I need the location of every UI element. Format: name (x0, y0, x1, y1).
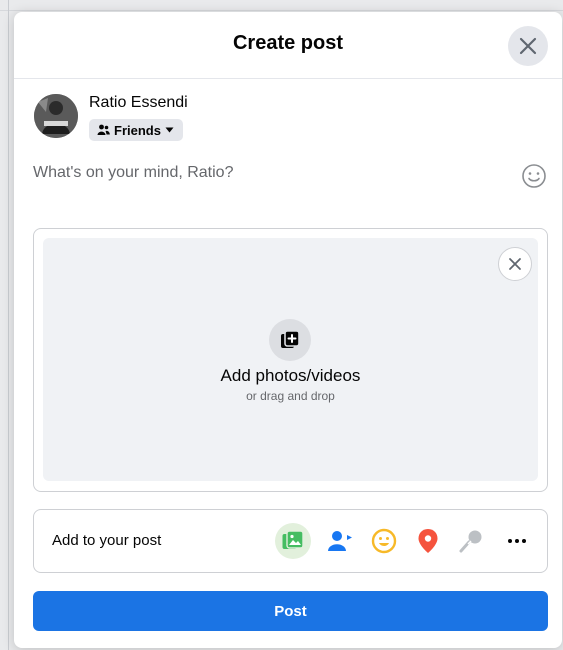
create-post-dialog: Create post Ratio Essendi Friends What's… (14, 12, 562, 648)
add-to-post-label: Add to your post (52, 532, 162, 549)
backdrop-divider (0, 10, 563, 11)
check-in-icon (418, 529, 438, 553)
post-button[interactable]: Post (33, 591, 548, 631)
microphone-icon (459, 530, 482, 553)
post-text-input[interactable]: What's on your mind, Ratio? (33, 164, 233, 182)
emoji-button[interactable] (520, 162, 548, 190)
add-media-icon (269, 319, 311, 361)
backdrop-edge (8, 0, 9, 650)
add-media-subtitle: or drag and drop (246, 389, 335, 403)
add-media-title: Add photos/videos (220, 366, 361, 385)
avatar[interactable] (34, 94, 78, 138)
tag-people-button[interactable] (322, 523, 358, 559)
dialog-header: Create post (14, 12, 562, 79)
media-upload-area: Add photos/videos or drag and drop (33, 228, 548, 492)
photo-video-icon (282, 530, 304, 549)
media-dropzone[interactable]: Add photos/videos or drag and drop (43, 238, 538, 481)
audience-selector[interactable]: Friends (89, 119, 183, 141)
caret-down-icon (165, 127, 174, 133)
photo-video-button[interactable] (275, 523, 311, 559)
microphone-button[interactable] (453, 523, 489, 559)
check-in-button[interactable] (410, 523, 446, 559)
close-button[interactable] (508, 26, 548, 66)
dialog-title: Create post (232, 32, 344, 54)
close-icon (509, 258, 521, 270)
remove-media-button[interactable] (498, 247, 532, 281)
feeling-icon (371, 528, 397, 554)
smiley-icon (522, 164, 546, 188)
friends-icon (97, 124, 110, 135)
user-name: Ratio Essendi (89, 94, 188, 111)
tag-people-icon (328, 531, 352, 551)
more-options-button[interactable] (499, 523, 535, 559)
feeling-button[interactable] (366, 523, 402, 559)
audience-label: Friends (114, 122, 161, 138)
add-to-post-bar: Add to your post (33, 509, 548, 573)
close-icon (519, 37, 537, 55)
more-icon (508, 539, 526, 543)
